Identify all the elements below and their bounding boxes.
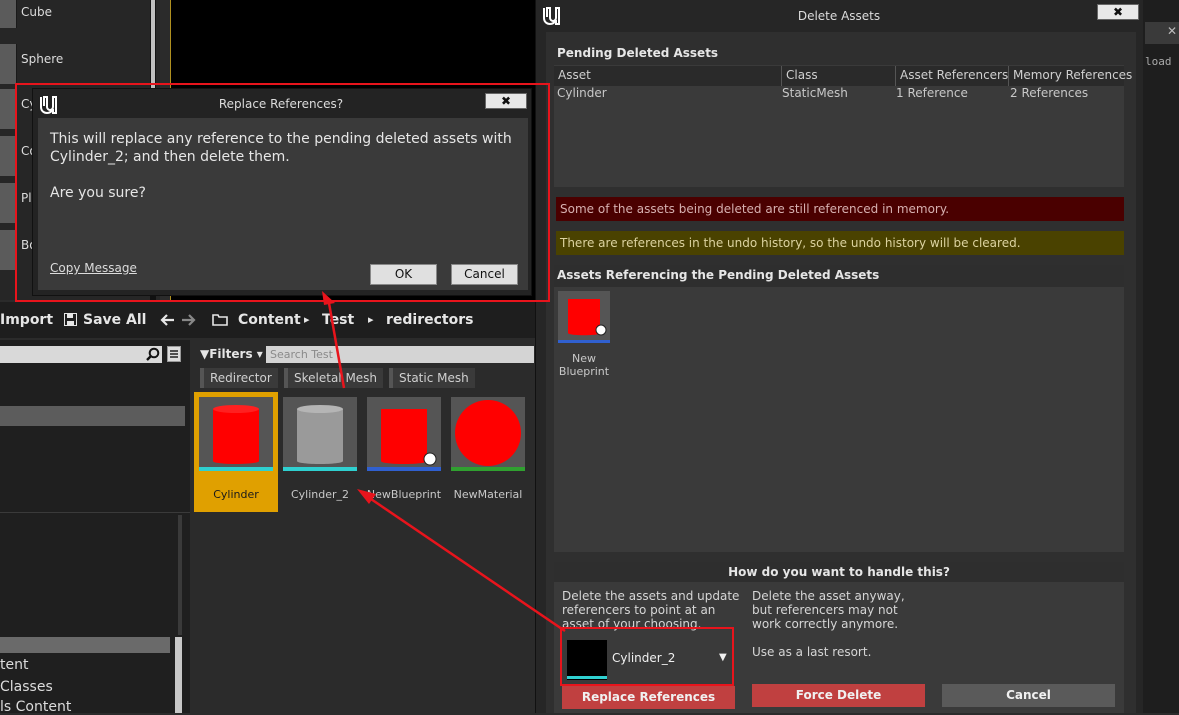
place-item-label: Cube [21,5,52,19]
chevron-down-icon: ▾ [252,347,263,361]
filter-chip-skeletal-mesh[interactable]: Skeletal Mesh [284,368,384,388]
undo-warning: There are references in the undo history… [556,231,1124,255]
asset-name: Cylinder_2 [290,488,350,501]
cube-icon [0,0,17,28]
force-description: Delete the asset anyway, but referencers… [752,589,905,631]
handle-question-heading: How do you want to handle this? [728,565,950,579]
asset-tile-newmaterial[interactable]: NewMaterial [446,392,530,512]
asset-name: NewBlueprint [366,488,442,501]
collections-scrollbar[interactable] [175,637,182,713]
sphere-icon [0,44,17,84]
view-options-icon[interactable] [167,346,181,362]
forward-arrow-icon[interactable] [180,313,196,327]
column-divider [781,66,782,86]
divider [0,512,190,513]
cell-class: StaticMesh [782,86,848,100]
breadcrumb-chevron-icon: ▸ [368,313,374,326]
tree-scrollbar[interactable] [178,515,182,635]
blueprint-thumbnail [367,397,441,471]
material-thumbnail [451,397,525,471]
import-button[interactable]: Import [0,312,53,328]
close-button[interactable]: ✖ [1097,4,1139,20]
column-header-memory-references[interactable]: Memory References [1013,68,1132,82]
dialog-message: This will replace any reference to the p… [50,131,512,165]
copy-message-link[interactable]: Copy Message [50,261,137,275]
selected-folder-row[interactable] [0,406,185,426]
place-item-cube[interactable]: Cube [0,0,150,46]
replace-description: Delete the assets and update referencers… [562,589,740,631]
cylinder-icon [0,89,17,129]
breadcrumb-test[interactable]: Test [322,312,354,328]
breadcrumb-content[interactable]: Content [238,312,301,328]
cell-memory: 2 References [1010,86,1089,100]
filters-label: Filters [209,347,253,361]
asset-name-line: New [572,352,596,365]
replace-references-button[interactable]: Replace References [562,686,735,709]
referencing-assets-panel [554,265,1124,552]
cylinder-thumbnail [199,397,273,471]
cell-asset: Cylinder [557,86,607,100]
table-row[interactable]: Cylinder StaticMesh 1 Reference 2 Refere… [554,86,1124,102]
folder-search-input[interactable] [0,346,162,363]
box-icon [0,230,17,270]
filters-button[interactable]: ▼Filters ▾ [200,347,263,361]
close-button[interactable]: ✖ [485,93,527,109]
back-arrow-icon[interactable] [160,313,176,327]
asset-name: Cylinder [213,488,259,501]
dialog-title: Replace References? [218,97,344,111]
folder-icon [212,313,228,326]
close-icon[interactable]: ✕ [1167,24,1177,38]
column-divider [895,66,896,86]
asset-thumbnail [567,640,607,680]
column-header-asset-referencers[interactable]: Asset Referencers [900,68,1008,82]
force-delete-button[interactable]: Force Delete [752,684,925,707]
chevron-down-icon[interactable]: ▼ [719,652,727,663]
ok-button[interactable]: OK [370,264,437,285]
column-header-class[interactable]: Class [786,68,818,82]
tree-item[interactable]: tent [0,657,28,673]
filter-icon: ▼ [200,347,210,361]
tree-item[interactable]: Classes [0,679,53,695]
search-icon[interactable] [146,347,160,361]
asset-search-input[interactable]: Search Test [266,346,534,363]
window-title: Delete Assets [797,9,881,23]
asset-tile-newblueprint[interactable]: NewBlueprint [362,392,446,512]
save-all-button[interactable]: Save All [83,312,146,328]
pending-deleted-heading: Pending Deleted Assets [557,46,719,60]
column-header-asset[interactable]: Asset [558,68,591,82]
cell-referencers: 1 Reference [896,86,968,100]
referencing-asset-tile[interactable]: New Blueprint [558,291,610,378]
cancel-button[interactable]: Cancel [942,684,1115,707]
referencing-assets-heading: Assets Referencing the Pending Deleted A… [557,268,880,282]
cone-icon [0,136,17,176]
dialog-question: Are you sure? [50,185,146,201]
last-resort-text: Use as a last resort. [752,645,872,659]
breadcrumb-redirectors[interactable]: redirectors [386,312,473,328]
background-editor-strip [1143,0,1179,713]
place-item-label: Sphere [21,52,64,66]
place-item-sphere[interactable]: Sphere [0,44,150,90]
sources-panel [0,340,190,713]
filter-chip-redirector[interactable]: Redirector [200,368,278,388]
blueprint-thumbnail [558,291,610,343]
replacement-asset-name: Cylinder_2 [612,651,676,665]
cancel-button[interactable]: Cancel [451,264,518,285]
filter-chip-static-mesh[interactable]: Static Mesh [389,368,475,388]
collections-header [0,637,170,653]
replacement-asset-picker[interactable]: Cylinder_2 ▼ [565,638,729,680]
asset-tile-cylinder-2[interactable]: Cylinder_2 [278,392,362,512]
memory-warning: Some of the assets being deleted are sti… [556,197,1124,221]
asset-tile-cylinder[interactable]: Cylinder [194,392,278,512]
code-text: load [1145,55,1172,68]
breadcrumb-chevron-icon: ▸ [304,313,310,326]
asset-name-line: Blueprint [558,365,610,378]
plane-icon [0,183,17,223]
cylinder-2-thumbnail [283,397,357,471]
save-icon [64,313,77,326]
place-item-label: Pl [21,191,32,205]
asset-name: NewMaterial [453,488,523,501]
